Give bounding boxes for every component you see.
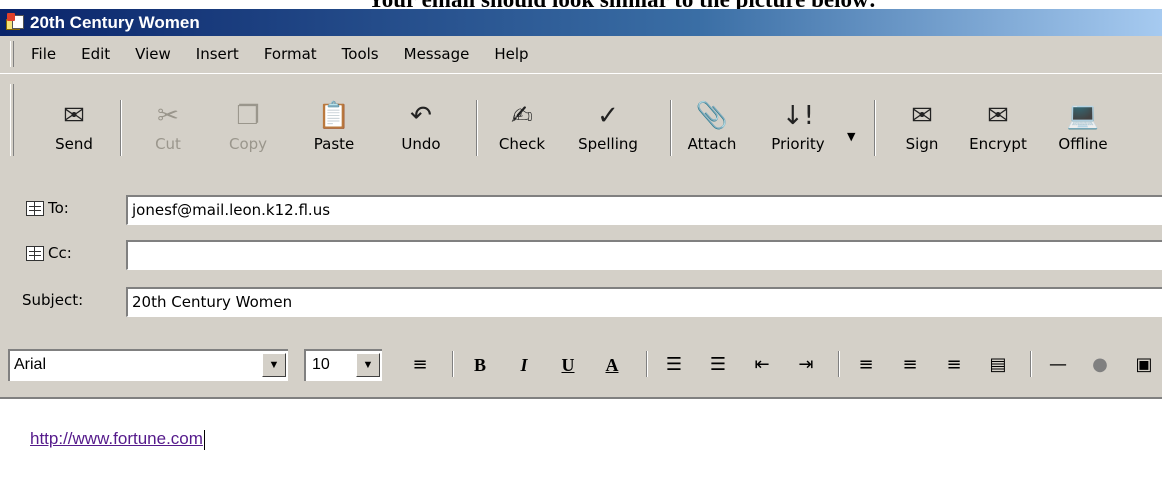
send-icon: ✉: [63, 101, 85, 131]
cc-field[interactable]: [126, 240, 1162, 270]
standard-toolbar: ✉ Send ✂ Cut ❐ Copy 📋 Paste ↶ Undo ✍ Che…: [0, 73, 1162, 173]
to-field[interactable]: jonesf@mail.leon.k12.fl.us: [126, 195, 1162, 225]
insert-picture-icon[interactable]: ▣: [1130, 351, 1158, 379]
menu-format[interactable]: Format: [261, 43, 320, 65]
underline-button[interactable]: U: [554, 351, 582, 379]
subject-row: Subject: 20th Century Women: [0, 287, 1162, 317]
check-names-button[interactable]: ✍ Check: [486, 100, 558, 156]
subject-label: Subject:: [22, 291, 84, 309]
priority-button[interactable]: ↓! Priority: [762, 100, 834, 156]
sign-button[interactable]: ✉ Sign: [886, 100, 958, 156]
priority-icon: ↓!: [781, 101, 815, 131]
menubar-grip[interactable]: [10, 41, 14, 67]
paste-button[interactable]: 📋 Paste: [298, 100, 370, 156]
menu-help[interactable]: Help: [491, 43, 531, 65]
menu-tools[interactable]: Tools: [339, 43, 382, 65]
offline-button[interactable]: 💻 Offline: [1047, 100, 1119, 156]
format-separator: [452, 351, 454, 377]
align-center-icon[interactable]: ≡: [896, 351, 924, 379]
menu-edit[interactable]: Edit: [78, 43, 113, 65]
menu-view[interactable]: View: [132, 43, 174, 65]
format-separator: [646, 351, 648, 377]
menu-message[interactable]: Message: [401, 43, 473, 65]
toolbar-separator: [670, 100, 672, 156]
attach-button[interactable]: 📎 Attach: [676, 100, 748, 156]
offline-icon: 💻: [1066, 101, 1100, 131]
menu-insert[interactable]: Insert: [193, 43, 242, 65]
menu-file[interactable]: File: [28, 43, 59, 65]
size-dropdown-arrow[interactable]: ▼: [356, 353, 380, 377]
paragraph-style-icon[interactable]: ≡: [406, 351, 434, 379]
address-book-icon: [26, 200, 44, 216]
toolbar-separator: [874, 100, 876, 156]
format-separator: [838, 351, 840, 377]
to-label[interactable]: To:: [26, 199, 69, 217]
bulleted-list-icon[interactable]: ☰: [704, 351, 732, 379]
decrease-indent-icon[interactable]: ⇤: [748, 351, 776, 379]
body-link[interactable]: http://www.fortune.com: [30, 429, 205, 450]
spelling-icon: ✓: [597, 101, 619, 131]
cc-label[interactable]: Cc:: [26, 244, 72, 262]
copy-icon: ❐: [236, 101, 260, 131]
window-title: 20th Century Women: [30, 12, 200, 32]
formatting-toolbar: Arial ▼ 10 ▼ ≡ B I U A ☰ ☰ ⇤ ⇥ ≡ ≡ ≡ ▤ —…: [0, 349, 1162, 383]
paperclip-icon: 📎: [695, 101, 729, 131]
priority-dropdown-arrow[interactable]: ▼: [847, 130, 855, 143]
align-left-icon[interactable]: ≡: [852, 351, 880, 379]
text-cursor: [203, 429, 205, 450]
scissors-icon: ✂: [157, 101, 179, 131]
toolbar-grip[interactable]: [10, 84, 14, 156]
send-button[interactable]: ✉ Send: [38, 100, 110, 156]
paste-icon: 📋: [317, 101, 351, 131]
menu-bar: File Edit View Insert Format Tools Messa…: [0, 39, 1162, 69]
increase-indent-icon[interactable]: ⇥: [792, 351, 820, 379]
italic-button[interactable]: I: [510, 351, 538, 379]
font-size-select[interactable]: 10 ▼: [304, 349, 382, 381]
message-header: To: jonesf@mail.leon.k12.fl.us Cc: Subje…: [0, 173, 1162, 323]
numbered-list-icon[interactable]: ☰: [660, 351, 688, 379]
address-book-icon: [26, 245, 44, 261]
subject-field[interactable]: 20th Century Women: [126, 287, 1162, 317]
font-dropdown-arrow[interactable]: ▼: [262, 353, 286, 377]
format-separator: [1030, 351, 1032, 377]
align-right-icon[interactable]: ≡: [940, 351, 968, 379]
cc-row: Cc:: [0, 240, 1162, 270]
cut-button[interactable]: ✂ Cut: [132, 100, 204, 156]
toolbar-separator: [120, 100, 122, 156]
copy-button[interactable]: ❐ Copy: [212, 100, 284, 156]
horizontal-line-icon[interactable]: —: [1044, 351, 1072, 379]
encrypt-button[interactable]: ✉ Encrypt: [962, 100, 1034, 156]
spelling-button[interactable]: ✓ Spelling: [572, 100, 644, 156]
font-color-button[interactable]: A: [598, 351, 626, 379]
font-name-select[interactable]: Arial ▼: [8, 349, 288, 381]
message-body[interactable]: http://www.fortune.com: [0, 397, 1162, 487]
toolbar-separator: [476, 100, 478, 156]
sign-icon: ✉: [911, 101, 933, 131]
title-bar[interactable]: 20th Century Women: [0, 9, 1162, 36]
undo-button[interactable]: ↶ Undo: [385, 100, 457, 156]
justify-icon[interactable]: ▤: [984, 351, 1012, 379]
check-names-icon: ✍: [511, 101, 533, 131]
to-row: To: jonesf@mail.leon.k12.fl.us: [0, 195, 1162, 225]
bold-button[interactable]: B: [466, 351, 494, 379]
hyperlink-icon[interactable]: ●: [1086, 351, 1114, 379]
encrypt-icon: ✉: [987, 101, 1009, 131]
compose-window: 20th Century Women File Edit View Insert…: [0, 9, 1162, 487]
new-message-icon: [6, 12, 26, 33]
document-heading: Your email should look similar to the pi…: [0, 0, 1162, 9]
undo-icon: ↶: [410, 101, 432, 131]
